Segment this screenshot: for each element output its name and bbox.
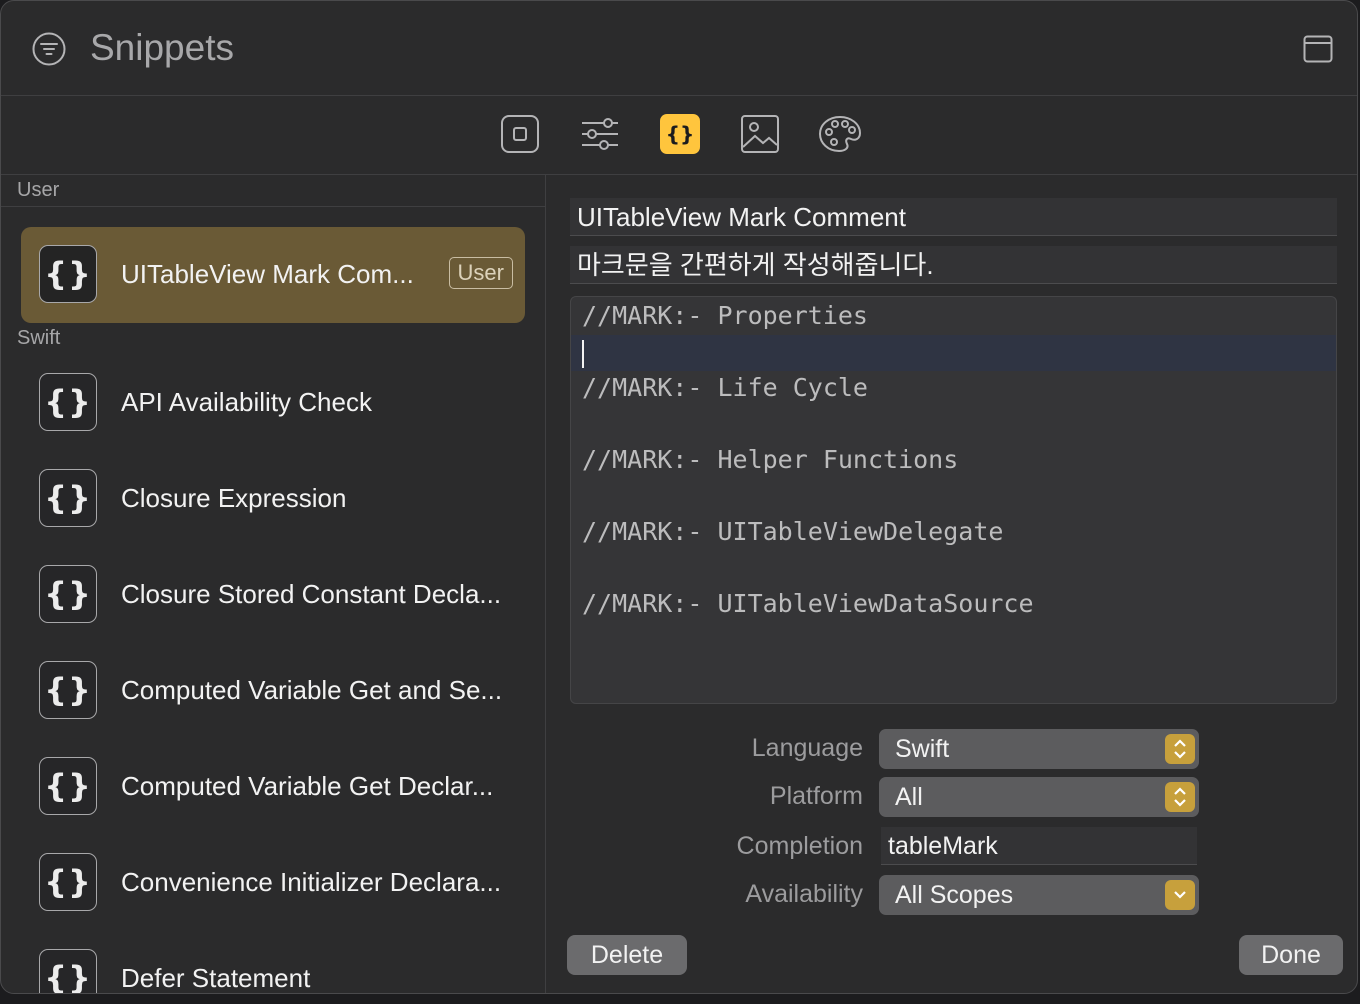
title-bar: Snippets — [1, 1, 1357, 96]
sliders-icon — [582, 118, 618, 150]
snippet-detail: UITableView Mark Comment 마크문을 간편하게 작성해줍니… — [546, 175, 1357, 993]
tab-snippets[interactable]: {} — [660, 114, 700, 154]
window-title: Snippets — [90, 27, 234, 68]
list-item-label: Defer Statement — [121, 963, 311, 993]
list-item-label: Closure Stored Constant Decla... — [121, 579, 502, 609]
list-item[interactable]: {} Defer Statement — [21, 931, 525, 993]
list-item-label: Computed Variable Get and Se... — [121, 675, 503, 705]
code-snippet-icon: {} — [39, 245, 97, 303]
current-line-highlight — [571, 335, 1336, 371]
snippet-list[interactable]: User {} UITableView Mark Com... User Swi… — [1, 175, 546, 993]
list-item[interactable]: {} API Availability Check — [21, 355, 525, 451]
code-snippet-icon: {} — [39, 853, 97, 911]
language-label: Language — [751, 734, 863, 762]
tab-media[interactable] — [740, 114, 780, 154]
code-snippet-icon: {} — [39, 757, 97, 815]
list-item[interactable]: {} Computed Variable Get and Se... — [21, 643, 525, 739]
section-header-swift: Swift — [17, 327, 61, 349]
tab-modifiers[interactable] — [580, 114, 620, 154]
code-line: //MARK:- Life Cycle — [582, 373, 868, 402]
platform-label: Platform — [769, 782, 863, 810]
square-icon — [501, 115, 539, 153]
image-icon — [741, 115, 779, 153]
user-badge: User — [448, 257, 513, 289]
language-value: Swift — [895, 735, 950, 763]
code-snippet-icon: {} — [39, 565, 97, 623]
language-popup[interactable]: Swift — [879, 729, 1199, 769]
section-header-user: User — [17, 179, 60, 201]
tab-views[interactable] — [500, 114, 540, 154]
list-item-label: UITableView Mark Com... — [121, 259, 414, 289]
panel-toggle-icon[interactable] — [1303, 34, 1333, 64]
text-cursor — [582, 340, 584, 368]
code-line: //MARK:- Helper Functions — [582, 445, 959, 474]
list-item[interactable]: {} Closure Expression — [21, 451, 525, 547]
list-item-label: Computed Variable Get Declar... — [121, 771, 494, 801]
code-snippet-icon: {} — [39, 469, 97, 527]
braces-icon: {} — [665, 122, 695, 146]
section-divider — [1, 206, 545, 207]
snippets-window: Snippets {} User {} UITableView Mark Com… — [0, 0, 1358, 994]
up-down-chevron-icon — [1165, 782, 1195, 812]
completion-field[interactable]: tableMark — [881, 827, 1197, 865]
chevron-down-icon — [1165, 880, 1195, 910]
library-toolbar: {} — [1, 96, 1357, 175]
list-item[interactable]: {} Convenience Initializer Declara... — [21, 835, 525, 931]
list-item[interactable]: {} Computed Variable Get Declar... — [21, 739, 525, 835]
code-line: //MARK:- UITableViewDelegate — [582, 517, 1004, 546]
code-editor[interactable]: //MARK:- Properties //MARK:- Life Cycle … — [570, 296, 1337, 704]
availability-value: All Scopes — [895, 881, 1014, 909]
completion-label: Completion — [736, 832, 863, 860]
list-item-label: Convenience Initializer Declara... — [121, 867, 502, 897]
delete-button[interactable]: Delete — [567, 935, 687, 975]
filter-icon[interactable] — [32, 32, 66, 66]
snippet-summary-field[interactable]: 마크문을 간편하게 작성해줍니다. — [570, 246, 1337, 284]
up-down-chevron-icon — [1165, 734, 1195, 764]
code-line: //MARK:- Properties — [582, 301, 868, 330]
done-button[interactable]: Done — [1239, 935, 1343, 975]
platform-popup[interactable]: All — [879, 777, 1199, 817]
list-item-label: API Availability Check — [121, 387, 372, 417]
code-snippet-icon: {} — [39, 949, 97, 993]
availability-label: Availability — [745, 880, 863, 908]
tab-colors[interactable] — [818, 114, 862, 154]
palette-icon — [818, 115, 862, 153]
code-snippet-icon: {} — [39, 373, 97, 431]
snippet-name-field[interactable]: UITableView Mark Comment — [570, 198, 1337, 236]
code-snippet-icon: {} — [39, 661, 97, 719]
list-item[interactable]: {} Closure Stored Constant Decla... — [21, 547, 525, 643]
list-item-selected[interactable]: {} UITableView Mark Com... User — [21, 227, 525, 323]
platform-value: All — [895, 783, 923, 811]
list-item-label: Closure Expression — [121, 483, 347, 513]
code-line: //MARK:- UITableViewDataSource — [582, 589, 1034, 618]
availability-popup[interactable]: All Scopes — [879, 875, 1199, 915]
